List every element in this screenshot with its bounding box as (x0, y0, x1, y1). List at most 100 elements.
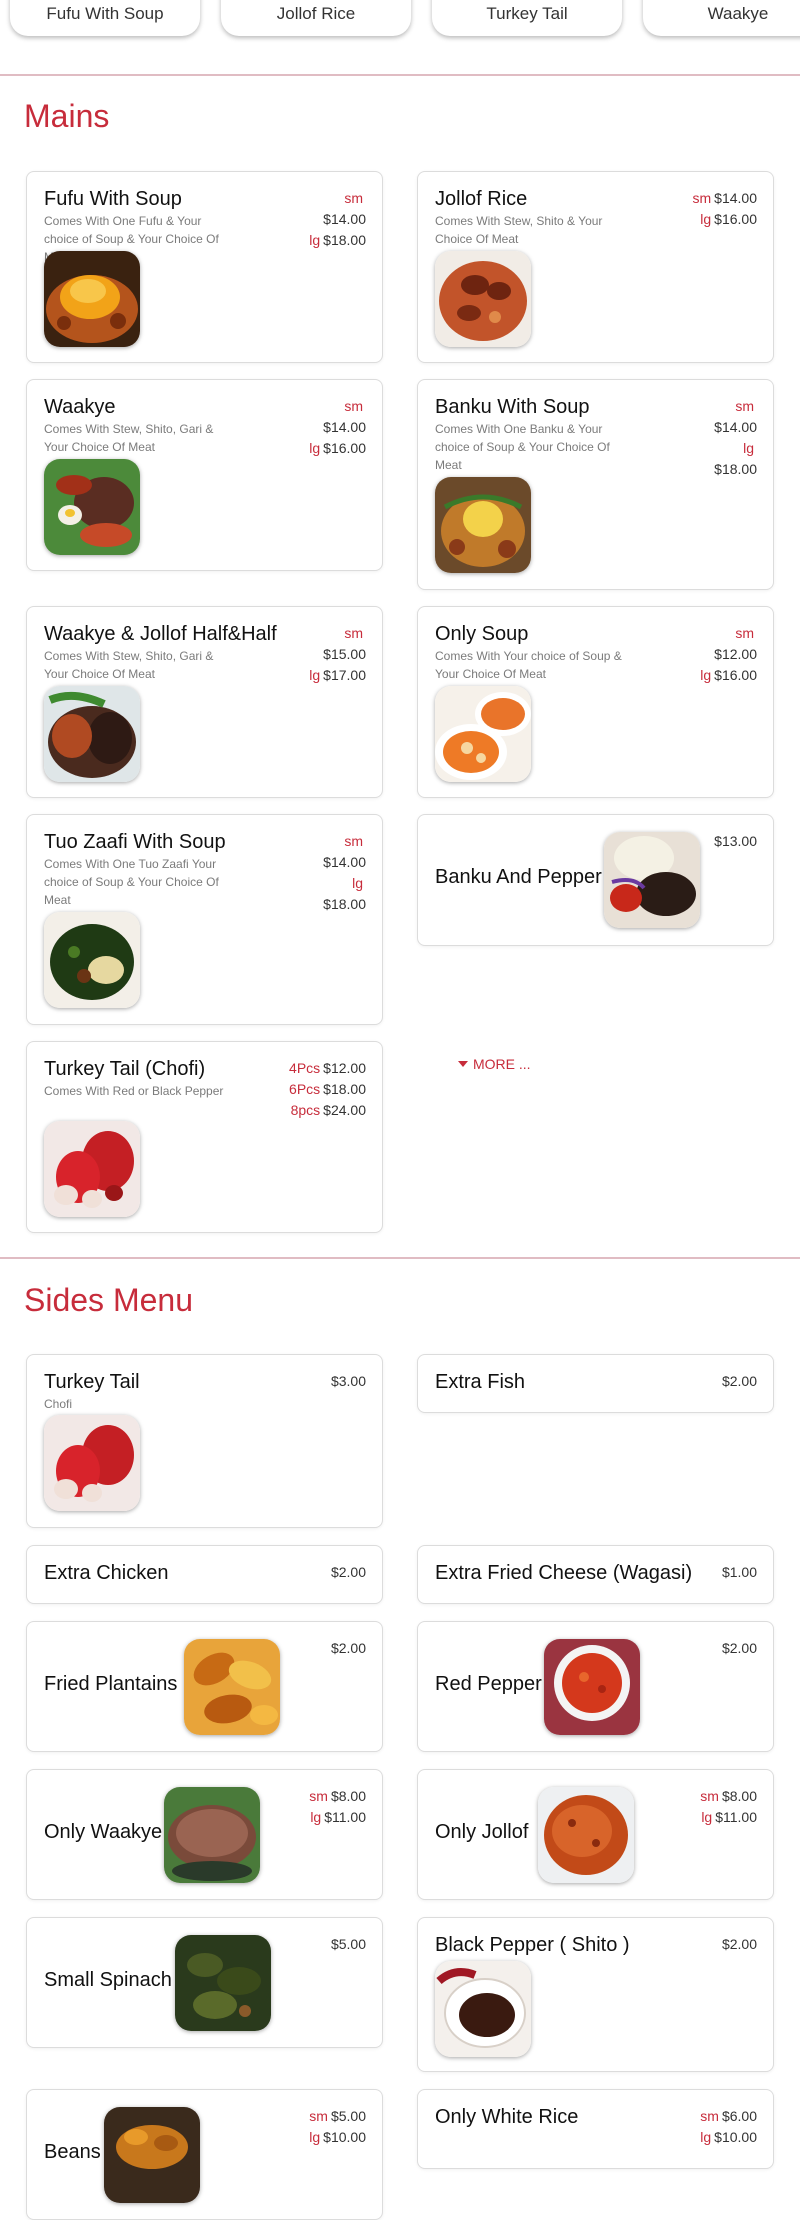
item-prices: $3.00 (331, 1371, 366, 1392)
item-prices: sm $5.00 lg $10.00 (309, 2106, 366, 2148)
side-item-only-jollof[interactable]: Only Jollof sm $8.00 lg $11.00 (417, 1769, 774, 1900)
side-item-turkey-tail[interactable]: Turkey Tail Chofi $3.00 (26, 1354, 383, 1528)
item-prices: sm $6.00 lg $10.00 (700, 2106, 757, 2148)
price-value: $5.00 (330, 1936, 366, 1952)
size-label: lg (310, 1809, 322, 1825)
size-label: sm (344, 833, 363, 849)
price-value: $10.00 (323, 2129, 366, 2145)
item-name: Banku And Pepper (435, 866, 602, 888)
price-value: $12.00 (714, 646, 757, 662)
item-name: Small Spinach (44, 1969, 172, 1991)
item-description: Comes With Stew, Shito, Gari & Your Choi… (44, 649, 214, 681)
item-description: Comes With Your choice of Soup & Your Ch… (435, 649, 622, 681)
item-prices: $2.00 (722, 1371, 757, 1392)
price-value: $3.00 (330, 1373, 366, 1389)
chip-jollof-rice[interactable]: Jollof Rice (221, 0, 411, 36)
item-name: Extra Chicken (44, 1562, 169, 1584)
item-name: Waakye (44, 396, 116, 418)
food-photo-only-waakye (164, 1787, 260, 1883)
item-prices: $1.00 (722, 1562, 757, 1583)
menu-item-fufu-with-soup[interactable]: Fufu With Soup Comes With One Fufu & You… (26, 171, 383, 363)
size-label: lg (309, 232, 321, 248)
size-label: sm (700, 1788, 719, 1804)
chip-label: Jollof Rice (276, 4, 356, 23)
item-prices: sm $8.00 lg $11.00 (700, 1786, 757, 1828)
size-label: lg (743, 440, 754, 456)
sides-title: Sides Menu (24, 1282, 193, 1318)
menu-item-tuo-zaafi[interactable]: Tuo Zaafi With Soup Comes With One Tuo Z… (26, 814, 383, 1025)
side-item-black-pepper-shito[interactable]: Black Pepper ( Shito ) $2.00 (417, 1917, 774, 2072)
chip-fufu-with-soup[interactable]: Fufu With Soup (10, 0, 200, 36)
section-divider (0, 74, 800, 76)
side-item-only-waakye[interactable]: Only Waakye sm $8.00 lg $11.00 (26, 1769, 383, 1900)
size-label: 6Pcs (289, 1081, 321, 1097)
menu-item-banku-with-soup[interactable]: Banku With Soup Comes With One Banku & Y… (417, 379, 774, 590)
item-name: Jollof Rice (435, 188, 528, 210)
side-item-beans[interactable]: Beans sm $5.00 lg $10.00 (26, 2089, 383, 2220)
price-value: $13.00 (714, 833, 757, 849)
side-item-extra-fish[interactable]: Extra Fish $2.00 (417, 1354, 774, 1413)
size-label: sm (344, 625, 363, 641)
size-label: sm (344, 398, 363, 414)
menu-item-waakye[interactable]: Waakye Comes With Stew, Shito, Gari & Yo… (26, 379, 383, 571)
food-photo-red-pepper (544, 1639, 640, 1735)
menu-item-jollof-rice[interactable]: Jollof Rice Comes With Stew, Shito & You… (417, 171, 774, 363)
price-value: $16.00 (714, 211, 757, 227)
food-photo-waakye-jollof (44, 686, 140, 782)
chip-label: Fufu With Soup (46, 4, 164, 23)
item-name: Only Waakye (44, 1821, 163, 1843)
price-value: $14.00 (714, 419, 757, 435)
size-label: sm (309, 1788, 328, 1804)
food-photo-shito (435, 1961, 531, 2057)
price-value: $17.00 (323, 667, 366, 683)
item-name: Waakye & Jollof Half&Half (44, 623, 277, 645)
more-link[interactable]: MORE ... (458, 1056, 531, 1072)
price-value: $6.00 (721, 2108, 757, 2124)
section-divider (0, 1257, 800, 1259)
size-label: lg (700, 211, 712, 227)
side-item-extra-chicken[interactable]: Extra Chicken $2.00 (26, 1545, 383, 1604)
size-label: lg (309, 667, 321, 683)
size-label: sm (309, 2108, 328, 2124)
food-photo-fufu (44, 251, 140, 347)
size-label: lg (700, 2129, 712, 2145)
price-value: $2.00 (330, 1564, 366, 1580)
price-value: $1.00 (721, 1564, 757, 1580)
side-item-small-spinach[interactable]: Small Spinach $5.00 (26, 1917, 383, 2048)
menu-item-banku-and-pepper[interactable]: Banku And Pepper $13.00 (417, 814, 774, 946)
size-label: 4Pcs (289, 1060, 321, 1076)
item-description: Comes With One Tuo Zaafi Your choice of … (44, 857, 219, 907)
price-value: $8.00 (721, 1788, 757, 1804)
price-value: $14.00 (714, 190, 757, 206)
chip-waakye[interactable]: Waakye (643, 0, 800, 36)
menu-item-turkey-tail-chofi[interactable]: Turkey Tail (Chofi) Comes With Red or Bl… (26, 1041, 383, 1233)
item-prices: $5.00 (331, 1934, 366, 1955)
menu-item-only-soup[interactable]: Only Soup Comes With Your choice of Soup… (417, 606, 774, 798)
item-prices: sm $12.00 lg $16.00 (700, 623, 757, 686)
food-photo-waakye (44, 459, 140, 555)
menu-item-waakye-jollof-half[interactable]: Waakye & Jollof Half&Half Comes With Ste… (26, 606, 383, 798)
chip-turkey-tail[interactable]: Turkey Tail (432, 0, 622, 36)
price-value: $11.00 (324, 1809, 366, 1825)
size-label: sm (700, 2108, 719, 2124)
food-photo-soup (435, 686, 531, 782)
chip-label: Turkey Tail (486, 4, 568, 23)
side-item-extra-fried-cheese[interactable]: Extra Fried Cheese (Wagasi) $1.00 (417, 1545, 774, 1604)
side-item-red-pepper[interactable]: Red Pepper $2.00 (417, 1621, 774, 1752)
item-name: Only Soup (435, 623, 529, 645)
item-prices: sm $14.00 lg $16.00 (693, 188, 758, 230)
caret-down-icon (458, 1061, 468, 1067)
price-value: $16.00 (323, 440, 366, 456)
food-photo-small-spinach (175, 1935, 271, 2031)
food-photo-jollof (435, 251, 531, 347)
side-item-only-white-rice[interactable]: Only White Rice sm $6.00 lg $10.00 (417, 2089, 774, 2169)
item-prices: $2.00 (722, 1638, 757, 1659)
food-photo-tuo-zaafi (44, 912, 140, 1008)
item-prices: sm $8.00 lg $11.00 (309, 1786, 366, 1828)
price-value: $14.00 (323, 419, 366, 435)
side-item-fried-plantains[interactable]: Fried Plantains $2.00 (26, 1621, 383, 1752)
item-prices: sm $14.00 lg $18.00 (714, 396, 757, 480)
item-name: Only Jollof (435, 1821, 529, 1843)
item-description: Comes With Red or Black Pepper (44, 1084, 224, 1098)
chip-label: Waakye (707, 4, 769, 23)
